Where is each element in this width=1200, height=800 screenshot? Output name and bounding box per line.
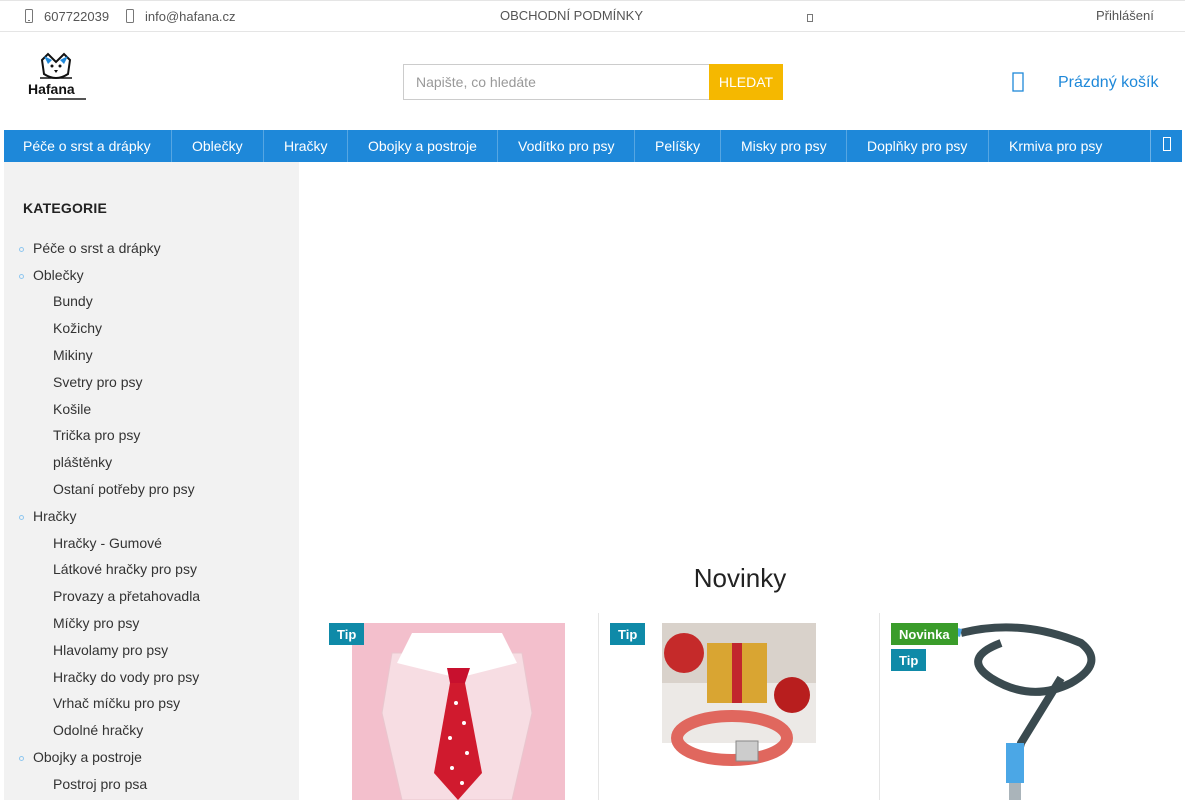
subcategory-item[interactable]: Odolné hračky xyxy=(53,722,143,738)
nav-item-krmiva[interactable]: Krmiva pro psy xyxy=(989,130,1129,162)
nav-item-obojky[interactable]: Obojky a postroje xyxy=(348,130,498,162)
nav-label: Obojky a postroje xyxy=(368,138,477,154)
search-button[interactable]: HLEDAT xyxy=(709,64,783,100)
nav-item-pelisky[interactable]: Pelíšky xyxy=(635,130,721,162)
phone-number: 607722039 xyxy=(44,8,110,24)
subcategory-item[interactable]: Hračky do vody pro psy xyxy=(53,669,199,685)
product-image[interactable] xyxy=(921,623,1124,800)
tip-badge: Tip xyxy=(891,649,927,671)
category-sidebar: KATEGORIE Péče o srst a drápky Oblečky B… xyxy=(4,162,299,800)
nav-label: Oblečky xyxy=(192,138,243,154)
nav-label: Péče o srst a drápky xyxy=(23,138,151,154)
subcategory-item[interactable]: Hlavolamy pro psy xyxy=(53,642,168,658)
top-bar: 607722039 info@hafana.cz OBCHODNÍ PODMÍN… xyxy=(0,0,1185,32)
sidebar-heading: KATEGORIE xyxy=(23,200,107,216)
nav-label: Hračky xyxy=(284,138,328,154)
phone-icon xyxy=(22,8,36,24)
subcategory-item[interactable]: Mikiny xyxy=(53,347,93,363)
nav-item-misky[interactable]: Misky pro psy xyxy=(721,130,847,162)
product-image[interactable] xyxy=(352,623,565,800)
login-link[interactable]: Přihlášení xyxy=(1096,8,1154,23)
small-box-icon xyxy=(803,10,817,26)
nav-label: Pelíšky xyxy=(655,138,701,154)
terms-link[interactable]: OBCHODNÍ PODMÍNKY xyxy=(500,8,643,23)
nav-label: Misky pro psy xyxy=(741,138,827,154)
menu-toggle[interactable] xyxy=(803,10,817,26)
more-icon xyxy=(1162,136,1171,156)
subcategory-item[interactable]: Svetry pro psy xyxy=(53,374,142,390)
login-label: Přihlášení xyxy=(1096,8,1154,23)
terms-label: OBCHODNÍ PODMÍNKY xyxy=(500,8,644,23)
new-badge: Novinka xyxy=(891,623,958,645)
product-card[interactable]: Tip xyxy=(598,613,879,800)
subcategory-item[interactable]: Vrhač míčku pro psy xyxy=(53,695,180,711)
category-item[interactable]: Oblečky xyxy=(19,267,84,283)
category-item[interactable]: Obojky a postroje xyxy=(19,749,142,765)
section-title: Novinky xyxy=(693,563,787,593)
subcategory-item[interactable]: Košile xyxy=(53,401,91,417)
nav-item-voditko[interactable]: Vodítko pro psy xyxy=(498,130,635,162)
product-image[interactable] xyxy=(662,623,816,800)
subcategory-item[interactable]: Ostaní potřeby pro psy xyxy=(53,481,195,497)
search-form: HLEDAT xyxy=(403,64,783,100)
tip-badge: Tip xyxy=(329,623,365,645)
search-input[interactable] xyxy=(403,64,709,100)
email-address: info@hafana.cz xyxy=(145,8,236,24)
tip-badge: Tip xyxy=(610,623,646,645)
subcategory-item[interactable]: Kožichy xyxy=(53,320,102,336)
subcategory-item[interactable]: pláštěnky xyxy=(53,454,112,470)
subcategory-item[interactable]: Provazy a přetahovadla xyxy=(53,588,200,604)
brand-name: Hafana xyxy=(28,81,75,97)
main-navigation: Péče o srst a drápky Oblečky Hračky Oboj… xyxy=(4,130,1182,162)
nav-label: Doplňky pro psy xyxy=(867,138,968,154)
subcategory-item[interactable]: Trička pro psy xyxy=(53,427,140,443)
product-card[interactable]: Novinka Tip xyxy=(879,613,1160,800)
cart-link[interactable]: Prázdný košík xyxy=(1012,72,1158,94)
subcategory-item[interactable]: Hračky - Gumové xyxy=(53,535,162,551)
subcategory-item[interactable]: Látkové hračky pro psy xyxy=(53,561,197,577)
nav-item-pece[interactable]: Péče o srst a drápky xyxy=(4,130,172,162)
subcategory-item[interactable]: Postroj pro psa xyxy=(53,776,147,792)
email-icon xyxy=(123,8,137,24)
category-item[interactable]: Péče o srst a drápky xyxy=(19,240,161,256)
nav-label: Vodítko pro psy xyxy=(518,138,615,154)
nav-item-doplnky[interactable]: Doplňky pro psy xyxy=(847,130,989,162)
cart-icon xyxy=(1012,72,1028,94)
phone-link[interactable]: 607722039 xyxy=(22,8,109,24)
email-link[interactable]: info@hafana.cz xyxy=(123,8,236,24)
product-card[interactable]: Tip xyxy=(318,613,599,800)
brand-logo[interactable]: Hafana xyxy=(26,52,88,106)
nav-label: Krmiva pro psy xyxy=(1009,138,1103,154)
nav-item-hracky[interactable]: Hračky xyxy=(264,130,348,162)
subcategory-item[interactable]: Bundy xyxy=(53,293,93,309)
cart-label: Prázdný košík xyxy=(1058,74,1159,91)
nav-item-oblecky[interactable]: Oblečky xyxy=(172,130,264,162)
subcategory-item[interactable]: Míčky pro psy xyxy=(53,615,139,631)
nav-more-button[interactable] xyxy=(1150,130,1182,162)
category-item[interactable]: Hračky xyxy=(19,508,77,524)
header: Hafana HLEDAT Prázdný košík xyxy=(0,32,1185,130)
